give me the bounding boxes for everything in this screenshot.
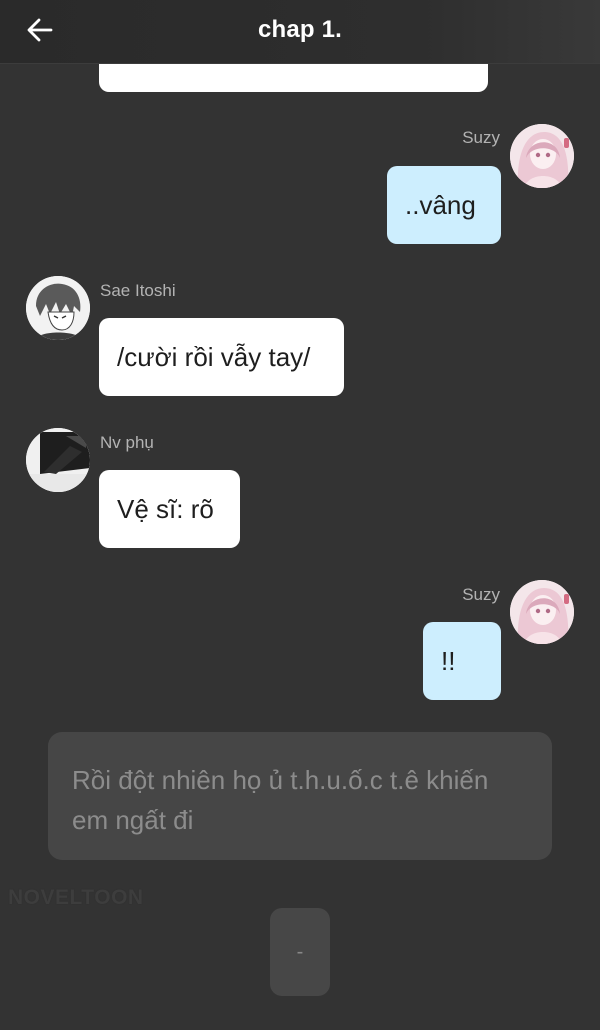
continue-button[interactable]: - (270, 908, 330, 996)
message-bubble: /cười rồi vẫy tay/ (99, 318, 344, 396)
avatar-suzy[interactable] (510, 124, 574, 188)
avatar-sae-itoshi[interactable] (26, 276, 90, 340)
avatar-suzy[interactable] (510, 580, 574, 644)
continue-button-label: - (296, 940, 304, 963)
sender-name: Suzy (462, 585, 500, 604)
sender-name: Suzy (462, 128, 500, 147)
message-bubble: !! (423, 622, 501, 700)
message-bubble: ..vâng (387, 166, 501, 244)
narration-box: Rồi đột nhiên họ ủ t.h.u.ố.c t.ê khiến e… (48, 732, 552, 860)
top-bar: chap 1. (0, 0, 600, 64)
message-bubble: Vệ sĩ: rõ (99, 470, 240, 548)
narration-text: Rồi đột nhiên họ ủ t.h.u.ố.c t.ê khiến e… (72, 765, 489, 835)
sender-name: Sae Itoshi (100, 281, 176, 300)
avatar-nv-phu[interactable] (26, 428, 90, 492)
sender-name: Nv phụ (100, 433, 154, 452)
chapter-title: chap 1. (257, 16, 343, 43)
watermark-logo: NOVELTOON (8, 886, 144, 909)
chat-screen: chap 1. Suzy ..vâng Sae Itoshi /cười rồi… (0, 0, 600, 1030)
